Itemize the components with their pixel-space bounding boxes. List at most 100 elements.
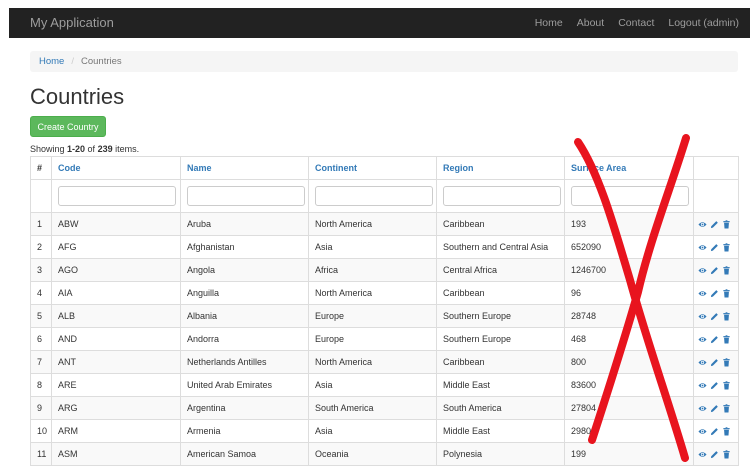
trash-icon[interactable] <box>722 312 731 321</box>
eye-icon[interactable] <box>698 427 707 436</box>
cell-region: Caribbean <box>436 212 565 236</box>
cell-continent: North America <box>308 212 437 236</box>
create-country-button[interactable]: Create Country <box>30 116 106 137</box>
nav-about[interactable]: About <box>577 17 604 29</box>
eye-icon[interactable] <box>698 404 707 413</box>
cell-index: 4 <box>30 281 52 305</box>
nav-contact[interactable]: Contact <box>618 17 654 29</box>
pencil-icon[interactable] <box>710 427 719 436</box>
table-row: 10 ARM Armenia Asia Middle East 2980 <box>30 419 739 443</box>
sort-code-link[interactable]: Code <box>58 163 81 173</box>
nav-logout[interactable]: Logout (admin) <box>668 17 739 29</box>
cell-name: Armenia <box>180 419 309 443</box>
filter-continent-input[interactable] <box>315 186 433 206</box>
trash-icon[interactable] <box>722 289 731 298</box>
cell-name: Netherlands Antilles <box>180 350 309 374</box>
pencil-icon[interactable] <box>710 335 719 344</box>
breadcrumb-home[interactable]: Home <box>39 56 64 67</box>
brand-link[interactable]: My Application <box>30 15 114 30</box>
eye-icon[interactable] <box>698 266 707 275</box>
filter-code-input[interactable] <box>58 186 176 206</box>
row-actions <box>693 258 739 282</box>
cell-code: AND <box>51 327 181 351</box>
cell-index: 11 <box>30 442 52 466</box>
filter-name-input[interactable] <box>187 186 305 206</box>
summary-middle: of <box>85 144 98 154</box>
filter-region-input[interactable] <box>443 186 561 206</box>
row-actions <box>693 235 739 259</box>
nav-home[interactable]: Home <box>535 17 563 29</box>
pencil-icon[interactable] <box>710 266 719 275</box>
cell-continent: North America <box>308 281 437 305</box>
cell-index: 1 <box>30 212 52 236</box>
cell-continent: South America <box>308 396 437 420</box>
pencil-icon[interactable] <box>710 243 719 252</box>
cell-code: ANT <box>51 350 181 374</box>
eye-icon[interactable] <box>698 358 707 367</box>
header-region: Region <box>436 156 565 180</box>
cell-name: Albania <box>180 304 309 328</box>
breadcrumb: Home / Countries <box>30 51 738 72</box>
trash-icon[interactable] <box>722 450 731 459</box>
cell-name: Anguilla <box>180 281 309 305</box>
trash-icon[interactable] <box>722 266 731 275</box>
cell-code: ARE <box>51 373 181 397</box>
summary-range: 1-20 <box>67 144 86 154</box>
header-index: # <box>30 156 52 180</box>
cell-surface-area: 2980 <box>564 419 694 443</box>
pencil-icon[interactable] <box>710 358 719 367</box>
cell-surface-area: 800 <box>564 350 694 374</box>
trash-icon[interactable] <box>722 427 731 436</box>
page-title: Countries <box>30 84 125 109</box>
header-surface-area: Surface Area <box>564 156 694 180</box>
cell-continent: Asia <box>308 419 437 443</box>
pencil-icon[interactable] <box>710 381 719 390</box>
trash-icon[interactable] <box>722 220 731 229</box>
trash-icon[interactable] <box>722 358 731 367</box>
pencil-icon[interactable] <box>710 450 719 459</box>
eye-icon[interactable] <box>698 220 707 229</box>
cell-code: AFG <box>51 235 181 259</box>
filter-surface-area-input[interactable] <box>571 186 689 206</box>
cell-name: American Samoa <box>180 442 309 466</box>
cell-index: 5 <box>30 304 52 328</box>
eye-icon[interactable] <box>698 381 707 390</box>
pencil-icon[interactable] <box>710 220 719 229</box>
row-actions <box>693 396 739 420</box>
eye-icon[interactable] <box>698 450 707 459</box>
table-row: 6 AND Andorra Europe Southern Europe 468 <box>30 327 739 351</box>
eye-icon[interactable] <box>698 243 707 252</box>
table-row: 11 ASM American Samoa Oceania Polynesia 199 <box>30 442 739 466</box>
trash-icon[interactable] <box>722 381 731 390</box>
sort-continent-link[interactable]: Continent <box>315 163 357 173</box>
sort-name-link[interactable]: Name <box>187 163 212 173</box>
summary-text: Showing 1-20 of 239 items. <box>30 144 139 154</box>
pencil-icon[interactable] <box>710 404 719 413</box>
cell-region: Southern Europe <box>436 327 565 351</box>
pencil-icon[interactable] <box>710 312 719 321</box>
cell-region: South America <box>436 396 565 420</box>
eye-icon[interactable] <box>698 289 707 298</box>
eye-icon[interactable] <box>698 335 707 344</box>
cell-continent: Asia <box>308 235 437 259</box>
table-row: 5 ALB Albania Europe Southern Europe 28748 <box>30 304 739 328</box>
cell-surface-area: 652090 <box>564 235 694 259</box>
sort-region-link[interactable]: Region <box>443 163 474 173</box>
cell-name: Andorra <box>180 327 309 351</box>
cell-continent: Oceania <box>308 442 437 466</box>
filter-cell-region <box>436 179 565 213</box>
trash-icon[interactable] <box>722 243 731 252</box>
cell-index: 8 <box>30 373 52 397</box>
navbar: My Application Home About Contact Logout… <box>9 8 750 38</box>
trash-icon[interactable] <box>722 335 731 344</box>
header-continent: Continent <box>308 156 437 180</box>
cell-region: Polynesia <box>436 442 565 466</box>
pencil-icon[interactable] <box>710 289 719 298</box>
header-actions <box>693 156 739 180</box>
cell-continent: Africa <box>308 258 437 282</box>
eye-icon[interactable] <box>698 312 707 321</box>
sort-surface-area-link[interactable]: Surface Area <box>571 163 626 173</box>
trash-icon[interactable] <box>722 404 731 413</box>
cell-region: Southern and Central Asia <box>436 235 565 259</box>
cell-code: ASM <box>51 442 181 466</box>
